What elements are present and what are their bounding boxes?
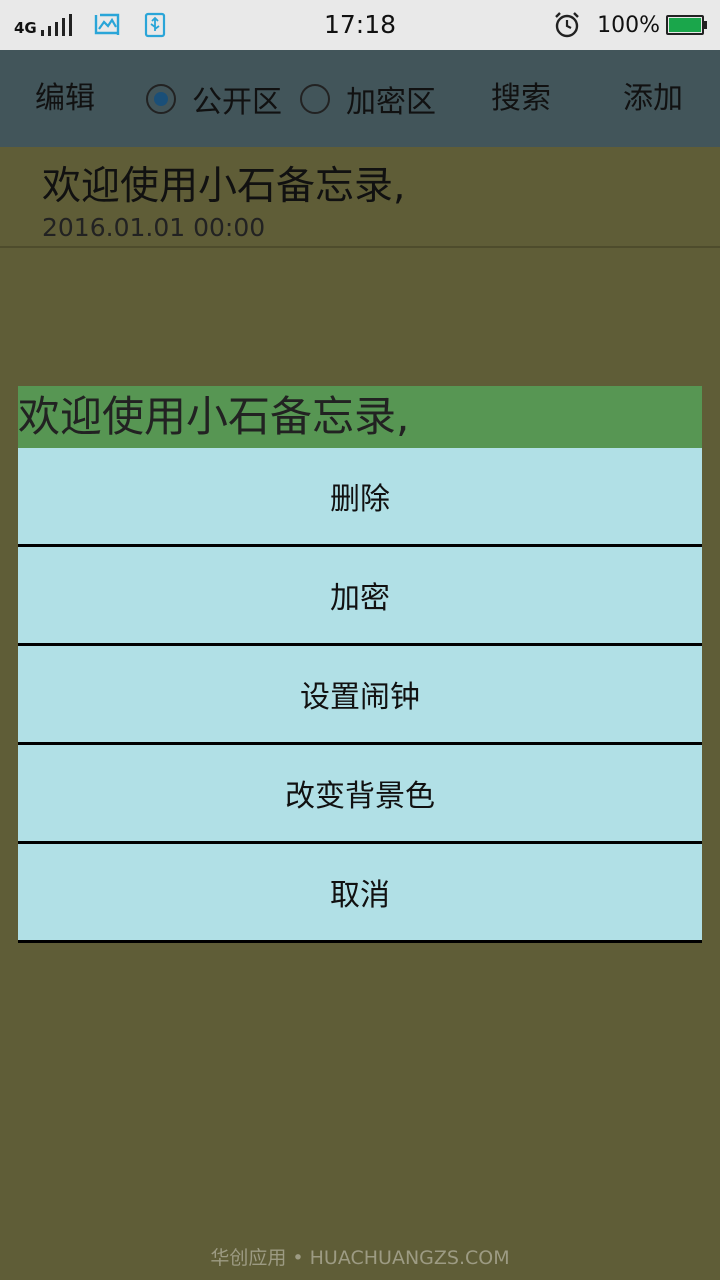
add-button[interactable]: 添加: [623, 50, 683, 147]
context-menu-dialog: 欢迎使用小石备忘录, 删除 加密 设置闹钟 改变背景色 取消: [18, 386, 702, 943]
battery-fill: [669, 18, 701, 32]
note-date: 2016.01.01 00:00: [42, 213, 266, 242]
encrypted-area-label: 加密区: [346, 84, 436, 120]
note-title: 欢迎使用小石备忘录,: [42, 164, 406, 209]
area-radio-group: 公开区 加密区: [146, 50, 436, 147]
cancel-button[interactable]: 取消: [18, 844, 702, 943]
delete-button[interactable]: 删除: [18, 448, 702, 547]
set-alarm-button[interactable]: 设置闹钟: [18, 646, 702, 745]
public-area-label: 公开区: [192, 84, 282, 120]
battery-icon: [666, 15, 707, 35]
list-item[interactable]: 欢迎使用小石备忘录, 2016.01.01 00:00: [0, 147, 720, 248]
watermark: 华创应用 • HUACHUANGZS.COM: [210, 1247, 510, 1269]
toolbar: 编辑 公开区 加密区 搜索 添加: [0, 50, 720, 147]
encrypt-button[interactable]: 加密: [18, 547, 702, 646]
status-bar: 4G 17:18 100%: [0, 0, 720, 50]
dialog-title: 欢迎使用小石备忘录,: [18, 386, 702, 448]
change-background-button[interactable]: 改变背景色: [18, 745, 702, 844]
encrypted-area-radio[interactable]: 加密区: [300, 77, 436, 121]
status-right: 100%: [553, 10, 707, 40]
edit-button[interactable]: 编辑: [35, 50, 95, 147]
public-area-radio[interactable]: 公开区: [146, 77, 282, 121]
search-button[interactable]: 搜索: [491, 50, 551, 147]
radio-checked-icon: [146, 83, 176, 114]
radio-unchecked-icon: [300, 83, 330, 114]
alarm-icon: [553, 11, 581, 39]
battery-percent: 100%: [597, 12, 660, 38]
